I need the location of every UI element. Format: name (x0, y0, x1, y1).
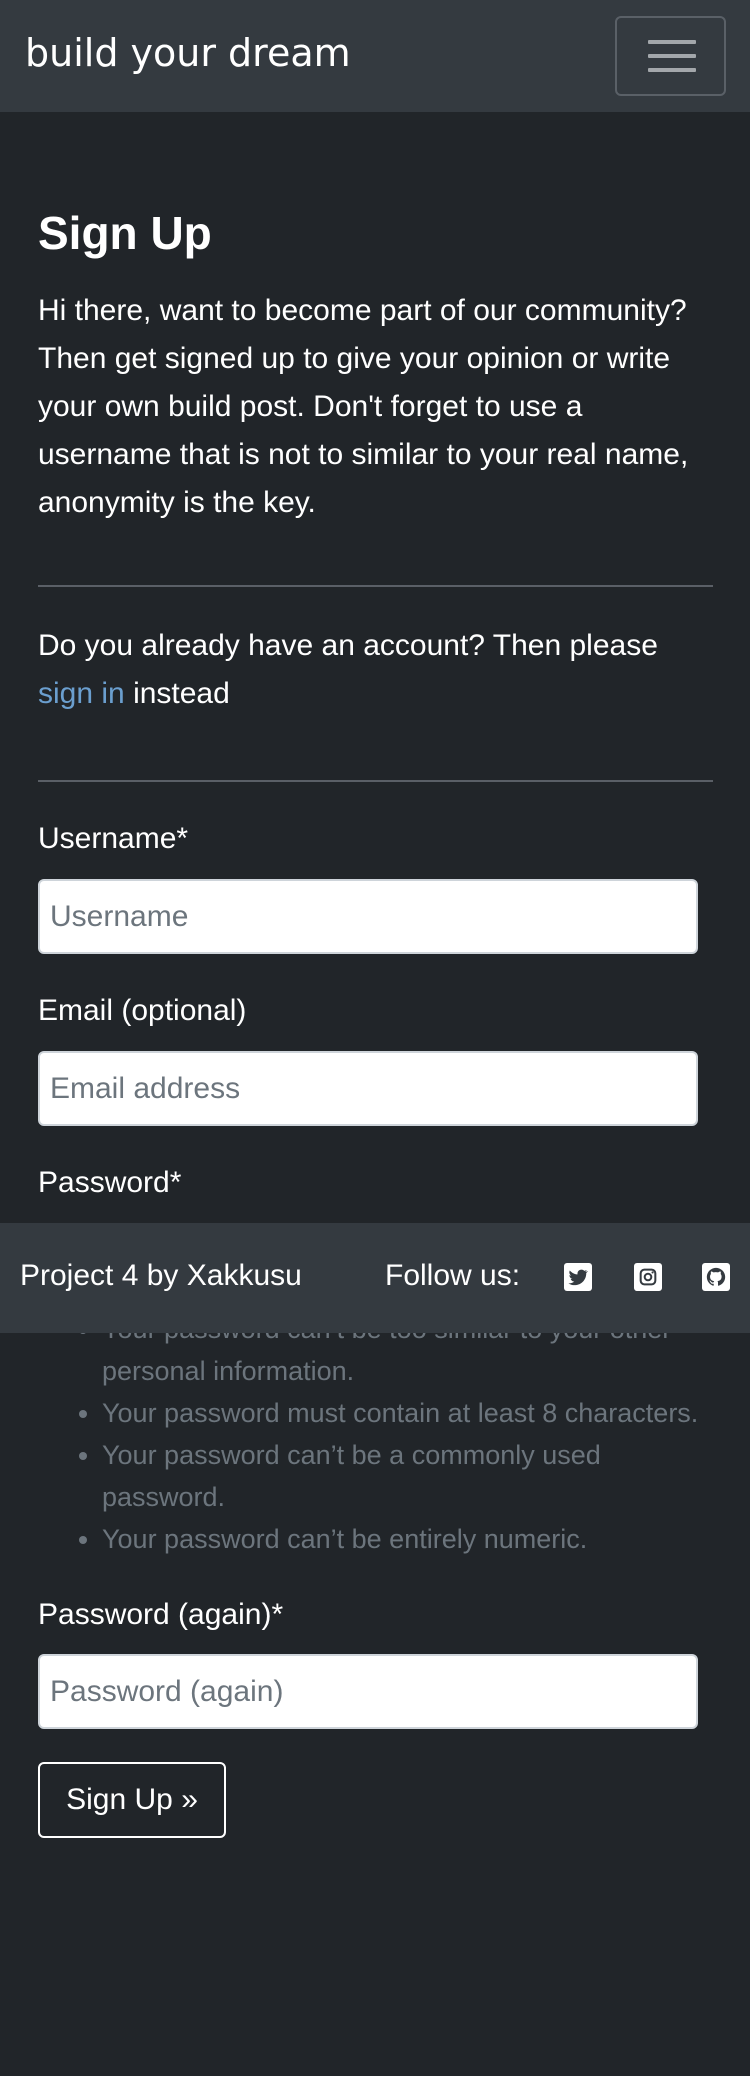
password-help-list: Your password can’t be too similar to yo… (60, 1308, 720, 1560)
navbar: build your dream (0, 0, 750, 112)
navbar-toggler-button[interactable] (615, 16, 726, 96)
password-help-item: Your password can’t be a commonly used p… (102, 1434, 720, 1518)
account-prefix: Do you already have an account? Then ple… (38, 629, 658, 662)
twitter-icon[interactable] (564, 1263, 592, 1291)
instagram-icon[interactable] (634, 1263, 662, 1291)
password-help-item: Your password must contain at least 8 ch… (102, 1392, 720, 1434)
password-again-input[interactable] (38, 1654, 698, 1729)
footer-credit: Project 4 by Xakkusu (20, 1259, 302, 1292)
hamburger-menu-icon (648, 40, 696, 44)
email-label: Email (optional) (38, 994, 247, 1027)
divider (38, 585, 713, 587)
brand-link[interactable]: build your dream (25, 34, 351, 72)
hamburger-menu-icon-bar (648, 54, 696, 58)
account-suffix: instead (133, 677, 230, 710)
github-icon[interactable] (702, 1263, 730, 1291)
footer-follow-label: Follow us: (385, 1259, 521, 1292)
hamburger-menu-icon-bar (648, 68, 696, 72)
password-help-item: Your password can’t be entirely numeric. (102, 1518, 720, 1560)
sign-in-link[interactable]: sign in (38, 677, 125, 710)
account-text: Do you already have an account? Then ple… (38, 622, 718, 718)
footer: Project 4 by Xakkusu Follow us: (0, 1223, 750, 1333)
email-input[interactable] (38, 1051, 698, 1126)
username-label: Username* (38, 822, 189, 855)
sign-up-button[interactable]: Sign Up » (38, 1762, 226, 1838)
username-input[interactable] (38, 879, 698, 954)
divider (38, 780, 713, 782)
password-again-label: Password (again)* (38, 1598, 284, 1631)
page-title: Sign Up (38, 207, 212, 259)
intro-text: Hi there, want to become part of our com… (38, 294, 689, 519)
password-label: Password* (38, 1166, 182, 1199)
